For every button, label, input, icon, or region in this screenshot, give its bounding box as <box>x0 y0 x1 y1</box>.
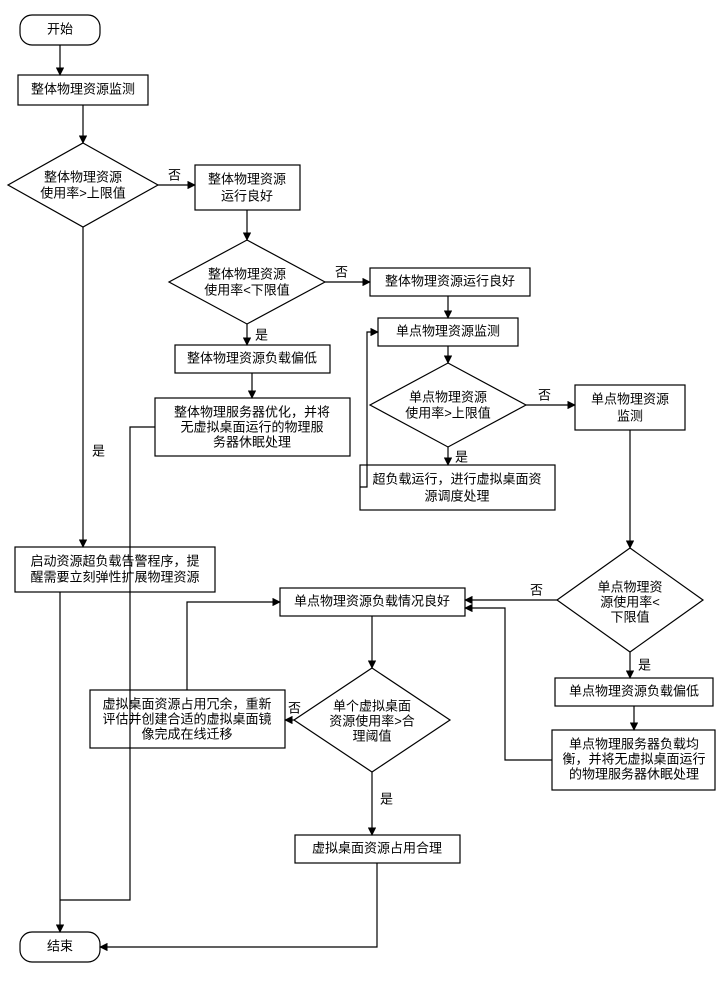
vm-redundant-l1: 虚拟桌面资源占用冗余，重新 <box>102 696 271 711</box>
label-yes-3: 是 <box>455 449 468 464</box>
label-no-2: 否 <box>335 264 348 279</box>
alarm-l1: 启动资源超负载告警程序，提 <box>30 553 199 568</box>
overload-sched-l2: 源调度处理 <box>424 488 489 503</box>
dec-single-lower-l1: 单点物理资 <box>597 579 662 594</box>
single-monitor2-l1: 单点物理资源 <box>591 391 669 406</box>
dec-single-upper-l1: 单点物理资源 <box>409 389 487 404</box>
dec-single-upper-l2: 使用率>上限值 <box>405 405 491 420</box>
single-monitor2-l2: 监测 <box>617 408 643 423</box>
label-no-3: 否 <box>538 387 551 402</box>
label-no-4: 否 <box>530 582 543 597</box>
dec-vm-reasonable-l2: 资源使用率>合 <box>329 713 415 728</box>
dec-single-lower-l2: 源使用率< <box>600 594 660 609</box>
overload-sched-l1: 超负载运行，进行虚拟桌面资 <box>372 471 541 486</box>
overall-good1-l1: 整体物理资源 <box>208 171 286 186</box>
overall-good2-label: 整体物理资源运行良好 <box>385 273 515 288</box>
label-yes-2: 是 <box>255 327 268 342</box>
overall-good1-l2: 运行良好 <box>221 188 273 203</box>
single-low-label: 单点物理资源负载偏低 <box>569 683 699 698</box>
label-yes-5: 是 <box>380 791 393 806</box>
node-monitor-overall-label: 整体物理资源监测 <box>31 81 135 96</box>
flowchart: 开始 整体物理资源监测 整体物理资源 使用率>上限值 整体物理资源 运行良好 整… <box>0 0 723 1000</box>
overall-optimize-l1: 整体物理服务器优化，并将 <box>174 404 330 419</box>
dec-overall-lower-l1: 整体物理资源 <box>208 266 286 281</box>
label-no-5: 否 <box>288 700 301 715</box>
single-good-label: 单点物理资源负载情况良好 <box>294 593 450 608</box>
overall-optimize-l2: 无虚拟桌面运行的物理服 <box>180 419 323 434</box>
alarm-l2: 醒需要立刻弹性扩展物理资源 <box>30 569 199 584</box>
vm-redundant-l2: 评估并创建合适的虚拟桌面镜 <box>102 711 271 726</box>
node-start-label: 开始 <box>47 21 73 36</box>
vm-reasonable-label: 虚拟桌面资源占用合理 <box>312 840 442 855</box>
dec-single-lower-l3: 下限值 <box>610 609 649 624</box>
dec-vm-reasonable-l1: 单个虚拟桌面 <box>333 698 411 713</box>
single-balance-l3: 的物理服务器休眠处理 <box>569 766 699 781</box>
vm-redundant-l3: 像完成在线迁移 <box>141 726 232 741</box>
label-yes-4: 是 <box>638 657 651 672</box>
single-balance-l1: 单点物理服务器负载均 <box>569 736 699 751</box>
label-yes-1: 是 <box>92 443 105 458</box>
node-end-label: 结束 <box>47 938 73 953</box>
dec-vm-reasonable-l3: 理阈值 <box>352 728 391 743</box>
overall-low-label: 整体物理资源负载偏低 <box>187 350 317 365</box>
label-no-1: 否 <box>168 167 181 182</box>
single-monitor1-label: 单点物理资源监测 <box>396 323 500 338</box>
dec-overall-lower-l2: 使用率<下限值 <box>204 282 290 297</box>
dec-overall-upper-l1: 整体物理资源 <box>44 169 122 184</box>
dec-overall-upper-l2: 使用率>上限值 <box>40 185 126 200</box>
single-balance-l2: 衡，并将无虚拟桌面运行 <box>562 751 705 766</box>
overall-optimize-l3: 务器休眠处理 <box>213 434 291 449</box>
